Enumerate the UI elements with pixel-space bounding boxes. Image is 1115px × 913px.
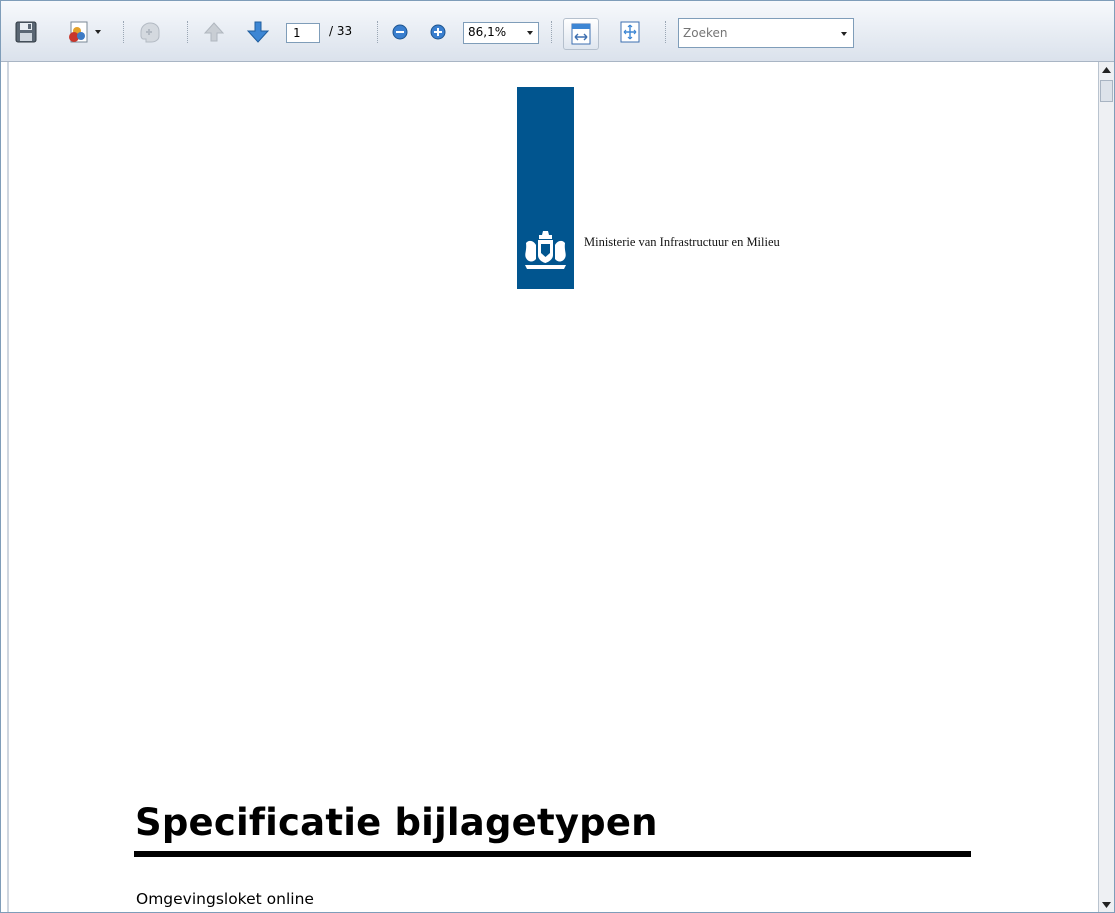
zoom-value: 86,1% (468, 25, 507, 39)
scroll-down-button[interactable] (1099, 898, 1114, 912)
title-underline (134, 851, 971, 857)
dropdown-arrow-icon (841, 32, 847, 36)
arrow-down-icon (1102, 902, 1111, 908)
hand-tool-icon (140, 22, 160, 43)
ministry-logo (517, 87, 574, 289)
share-icon (69, 21, 88, 43)
zoom-dropdown-button[interactable] (522, 23, 538, 43)
page-number-input[interactable] (286, 23, 320, 43)
coat-of-arms-icon (525, 231, 566, 269)
search-field[interactable] (678, 18, 854, 48)
toolbar-separator (187, 21, 190, 43)
save-icon (15, 21, 37, 43)
toolbar-separator (551, 21, 554, 43)
search-dropdown-button[interactable] (837, 25, 851, 43)
zoom-out-icon (392, 24, 408, 40)
save-button[interactable] (11, 18, 41, 46)
fit-width-icon (571, 23, 591, 45)
next-page-icon (246, 21, 270, 43)
zoom-in-button[interactable] (427, 18, 449, 46)
toolbar: / 33 86,1% (1, 1, 1114, 62)
document-subtitle: Omgevingsloket online (136, 890, 314, 908)
next-page-button[interactable] (243, 18, 273, 46)
zoom-out-button[interactable] (389, 18, 411, 46)
fit-width-button[interactable] (563, 18, 599, 50)
zoom-in-icon (430, 24, 446, 40)
toolbar-separator (377, 21, 380, 43)
vertical-scrollbar[interactable] (1098, 62, 1114, 912)
page-edge (7, 62, 9, 912)
hand-tool-button[interactable] (135, 18, 165, 46)
toolbar-separator (123, 21, 126, 43)
chevron-down-icon (527, 31, 533, 35)
document-title: Specificatie bijlagetypen (135, 801, 658, 844)
fit-page-button[interactable] (615, 18, 645, 46)
page-total-label: / 33 (329, 24, 353, 38)
scroll-thumb[interactable] (1100, 80, 1113, 102)
previous-page-icon (203, 22, 225, 42)
search-input[interactable] (681, 23, 843, 43)
toolbar-separator (665, 21, 668, 43)
zoom-select[interactable]: 86,1% (463, 22, 539, 44)
fit-page-icon (620, 21, 640, 43)
previous-page-button[interactable] (199, 18, 229, 46)
scroll-up-button[interactable] (1099, 62, 1114, 78)
share-dropdown-icon[interactable] (95, 30, 101, 34)
arrow-up-icon (1102, 67, 1111, 73)
share-button[interactable] (61, 18, 105, 46)
ministry-name: Ministerie van Infrastructuur en Milieu (584, 235, 780, 249)
pdf-viewer-window: / 33 86,1% (0, 0, 1115, 913)
